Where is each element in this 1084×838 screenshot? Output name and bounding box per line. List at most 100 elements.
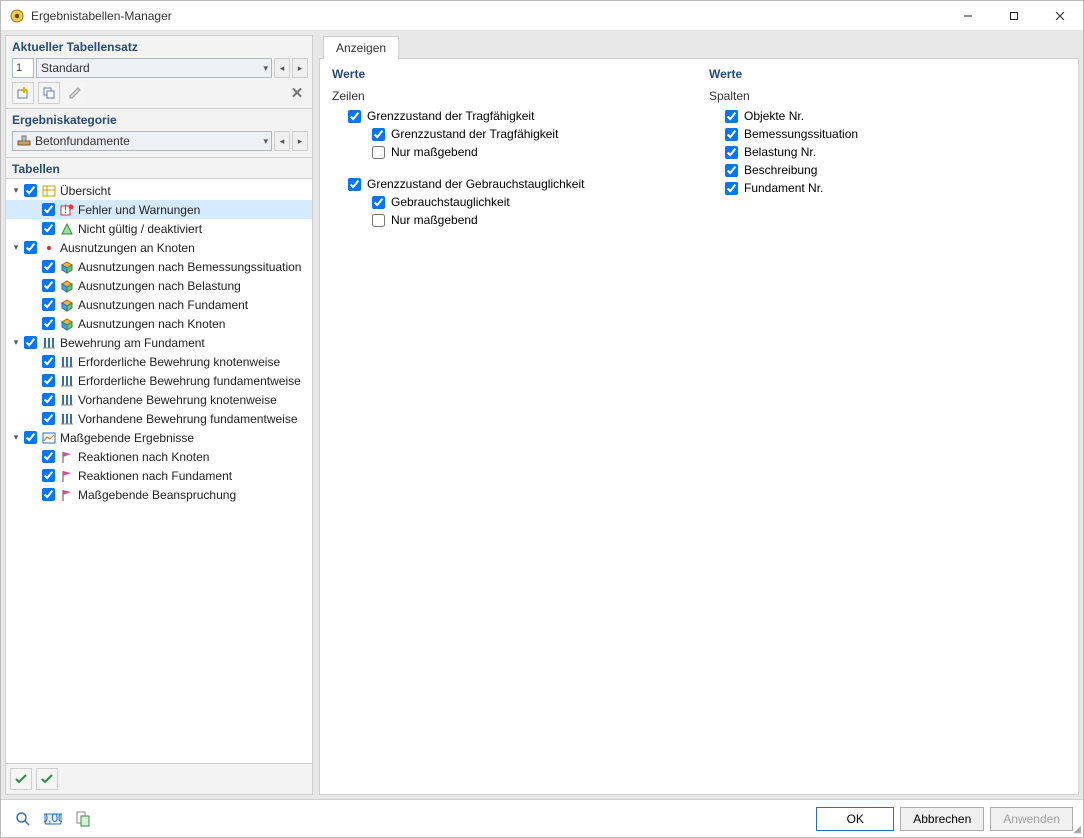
tree-row[interactable]: Nicht gültig / deaktiviert <box>6 219 312 238</box>
tree-checkbox[interactable] <box>42 393 55 406</box>
column-item-label: Bemessungssituation <box>744 127 858 141</box>
tree-label: Übersicht <box>60 184 111 198</box>
tree-row[interactable]: Vorhandene Bewehrung knotenweise <box>6 390 312 409</box>
column-item-checkbox[interactable] <box>725 128 738 141</box>
tree-row[interactable]: Maßgebende Beanspruchung <box>6 485 312 504</box>
close-button[interactable] <box>1037 1 1083 31</box>
column-item-checkbox[interactable] <box>725 146 738 159</box>
tree-row[interactable]: ▾ Übersicht <box>6 181 312 200</box>
export-button[interactable] <box>71 807 95 831</box>
row-group-label: Grenzzustand der Tragfähigkeit <box>367 109 534 123</box>
overview-icon <box>41 183 57 199</box>
tree-row[interactable]: Vorhandene Bewehrung fundamentweise <box>6 409 312 428</box>
tree-label: Fehler und Warnungen <box>78 203 200 217</box>
tree-toggle[interactable]: ▾ <box>10 242 22 253</box>
column-item-checkbox[interactable] <box>725 110 738 123</box>
tree-label: Ausnutzungen an Knoten <box>60 241 195 255</box>
tree-row[interactable]: Erforderliche Bewehrung fundamentweise <box>6 371 312 390</box>
tree-checkbox[interactable] <box>24 184 37 197</box>
tableset-number: 1 <box>12 58 34 78</box>
new-tableset-button[interactable] <box>12 82 34 104</box>
edit-tableset-button[interactable] <box>64 82 86 104</box>
tables-tree[interactable]: ▾ Übersicht !Fehler und WarnungenNicht gül… <box>6 178 312 763</box>
tree-checkbox[interactable] <box>42 222 55 235</box>
tree-row[interactable]: Ausnutzungen nach Bemessungssituation <box>6 257 312 276</box>
ok-button[interactable]: OK <box>816 807 894 831</box>
tree-checkbox[interactable] <box>42 450 55 463</box>
cancel-button[interactable]: Abbrechen <box>900 807 984 831</box>
category-next-button[interactable]: ▸ <box>292 131 308 151</box>
tableset-next-button[interactable]: ▸ <box>292 58 308 78</box>
tree-checkbox[interactable] <box>42 355 55 368</box>
tree-row[interactable]: Reaktionen nach Fundament <box>6 466 312 485</box>
tree-checkbox[interactable] <box>24 241 37 254</box>
tree-checkbox[interactable] <box>42 374 55 387</box>
invalid-icon <box>59 221 75 237</box>
tree-toggle[interactable]: ▾ <box>10 185 22 196</box>
tree-checkbox[interactable] <box>42 279 55 292</box>
row-group-label: Grenzzustand der Gebrauchstauglichkeit <box>367 177 584 191</box>
delete-tableset-button[interactable]: ✕ <box>286 82 308 104</box>
check-all-button[interactable] <box>10 768 32 790</box>
columns-column: Werte Spalten Objekte Nr.Bemessungssitua… <box>709 67 1066 786</box>
row-item-checkbox[interactable] <box>372 196 385 209</box>
tree-checkbox[interactable] <box>42 469 55 482</box>
row-item-label: Nur maßgebend <box>391 213 478 227</box>
rebar-icon <box>59 411 75 427</box>
category-dropdown[interactable]: Betonfundamente ▾ <box>12 131 272 151</box>
tree-checkbox[interactable] <box>42 412 55 425</box>
tree-row[interactable]: ▾Maßgebende Ergebnisse <box>6 428 312 447</box>
foundation-icon <box>17 135 31 147</box>
titlebar: Ergebnistabellen-Manager <box>1 1 1083 31</box>
tree-toggle[interactable]: ▾ <box>10 337 22 348</box>
chevron-down-icon: ▾ <box>263 63 268 74</box>
units-button[interactable]: 0,00 <box>41 807 65 831</box>
tab-anzeigen[interactable]: Anzeigen <box>323 36 399 59</box>
tableset-prev-button[interactable]: ◂ <box>274 58 290 78</box>
category-prev-button[interactable]: ◂ <box>274 131 290 151</box>
tree-label: Ausnutzungen nach Belastung <box>78 279 241 293</box>
copy-tableset-button[interactable] <box>38 82 60 104</box>
tree-row[interactable]: Erforderliche Bewehrung knotenweise <box>6 352 312 371</box>
tree-label: Ausnutzungen nach Bemessungssituation <box>78 260 301 274</box>
row-item-checkbox[interactable] <box>372 214 385 227</box>
cube-icon <box>59 297 75 313</box>
row-item-label: Nur maßgebend <box>391 145 478 159</box>
tree-checkbox[interactable] <box>42 317 55 330</box>
search-button[interactable] <box>11 807 35 831</box>
tableset-dropdown[interactable]: Standard ▾ <box>36 58 272 78</box>
tree-label: Vorhandene Bewehrung knotenweise <box>78 393 277 407</box>
tree-row[interactable]: Reaktionen nach Knoten <box>6 447 312 466</box>
tree-checkbox[interactable] <box>42 298 55 311</box>
resize-grip[interactable]: ◢ <box>1073 824 1081 835</box>
tree-checkbox[interactable] <box>42 488 55 501</box>
tree-toggle[interactable]: ▾ <box>10 432 22 443</box>
tree-checkbox[interactable] <box>42 203 55 216</box>
tree-label: Vorhandene Bewehrung fundamentweise <box>78 412 298 426</box>
cube-icon <box>59 316 75 332</box>
dialog-footer: 0,00 OK Abbrechen Anwenden <box>1 799 1083 837</box>
row-group-checkbox[interactable] <box>348 178 361 191</box>
tree-row[interactable]: ▾ Bewehrung am Fundament <box>6 333 312 352</box>
tree-row[interactable]: Ausnutzungen nach Fundament <box>6 295 312 314</box>
row-item-checkbox[interactable] <box>372 128 385 141</box>
minimize-button[interactable] <box>945 1 991 31</box>
tree-checkbox[interactable] <box>42 260 55 273</box>
tree-label: Bewehrung am Fundament <box>60 336 205 350</box>
row-item-checkbox[interactable] <box>372 146 385 159</box>
row-group-checkbox[interactable] <box>348 110 361 123</box>
flag-icon <box>59 468 75 484</box>
uncheck-all-button[interactable] <box>36 768 58 790</box>
cube-icon <box>59 259 75 275</box>
tree-row[interactable]: Ausnutzungen nach Belastung <box>6 276 312 295</box>
tree-checkbox[interactable] <box>24 431 37 444</box>
column-item-checkbox[interactable] <box>725 182 738 195</box>
maximize-button[interactable] <box>991 1 1037 31</box>
tree-row[interactable]: !Fehler und Warnungen <box>6 200 312 219</box>
tree-row[interactable]: Ausnutzungen nach Knoten <box>6 314 312 333</box>
tree-checkbox[interactable] <box>24 336 37 349</box>
column-item-checkbox[interactable] <box>725 164 738 177</box>
apply-button[interactable]: Anwenden <box>990 807 1073 831</box>
flag-icon <box>59 449 75 465</box>
tree-row[interactable]: ▾ Ausnutzungen an Knoten <box>6 238 312 257</box>
